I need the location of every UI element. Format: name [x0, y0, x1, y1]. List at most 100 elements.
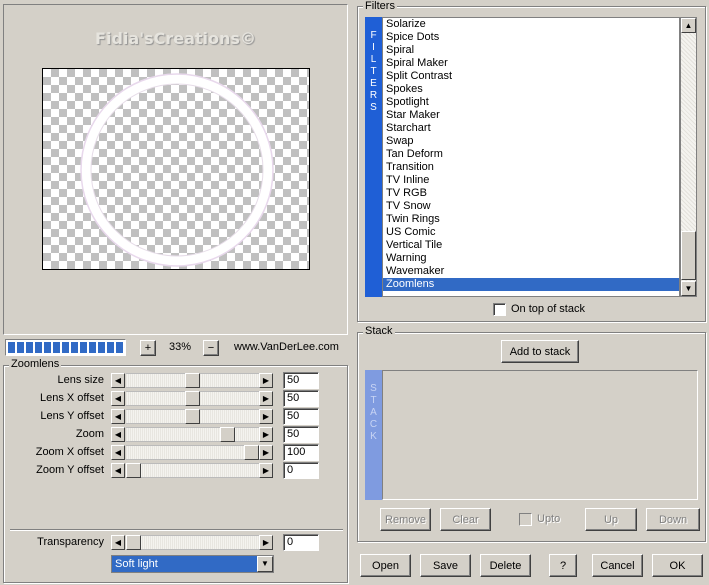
filters-side-label: FILTERS [369, 30, 378, 113]
slider-track[interactable] [126, 535, 259, 550]
stack-side-tab: STACK [365, 370, 382, 500]
list-item[interactable]: Warning [383, 252, 679, 265]
slider-right-icon[interactable]: ▶ [259, 445, 273, 460]
scroll-thumb[interactable] [681, 231, 696, 280]
param-row: Zoom Y offset ◀ ▶ 0 [0, 462, 330, 480]
list-item[interactable]: Spice Dots [383, 31, 679, 44]
list-item[interactable]: TV Snow [383, 200, 679, 213]
list-item[interactable]: TV Inline [383, 174, 679, 187]
slider-track[interactable] [126, 427, 259, 442]
param-value-field[interactable]: 50 [283, 408, 319, 425]
list-item[interactable]: TV RGB [383, 187, 679, 200]
list-item[interactable]: Wavemaker [383, 265, 679, 278]
slider-left-icon[interactable]: ◀ [111, 445, 125, 460]
slider-thumb[interactable] [185, 391, 200, 406]
list-item[interactable]: Transition [383, 161, 679, 174]
remove-button[interactable]: Remove [380, 508, 431, 531]
chevron-down-icon[interactable]: ▼ [257, 556, 273, 572]
progress-segment [35, 342, 42, 353]
list-item[interactable]: Spotlight [383, 96, 679, 109]
slider-left-icon[interactable]: ◀ [111, 391, 125, 406]
param-label: Transparency [37, 536, 104, 548]
list-item[interactable]: Split Contrast [383, 70, 679, 83]
zoom-in-button[interactable]: + [140, 340, 156, 356]
list-item[interactable]: Spiral Maker [383, 57, 679, 70]
clear-button[interactable]: Clear [440, 508, 491, 531]
param-value-field[interactable]: 50 [283, 372, 319, 389]
param-label: Lens X offset [39, 392, 104, 404]
slider-track[interactable] [126, 445, 259, 460]
slider-right-icon[interactable]: ▶ [259, 391, 273, 406]
list-item[interactable]: Tan Deform [383, 148, 679, 161]
list-item[interactable]: Starchart [383, 122, 679, 135]
website-link[interactable]: www.VanDerLee.com [234, 341, 339, 353]
slider-right-icon[interactable]: ▶ [259, 427, 273, 442]
slider-right-icon[interactable]: ▶ [259, 373, 273, 388]
zoom-level: 33% [168, 341, 192, 353]
cancel-button[interactable]: Cancel [592, 554, 643, 577]
add-to-stack-button[interactable]: Add to stack [501, 340, 579, 363]
down-button[interactable]: Down [646, 508, 700, 531]
progress-segment [80, 342, 87, 353]
param-label: Zoom [75, 428, 104, 440]
list-item[interactable]: Spokes [383, 83, 679, 96]
blend-mode-select[interactable]: Soft light ▼ [111, 555, 274, 573]
upto-checkbox[interactable] [519, 513, 532, 526]
stack-side-label: STACK [369, 383, 378, 442]
slider-thumb[interactable] [185, 409, 200, 424]
slider-thumb[interactable] [126, 535, 141, 550]
on-top-checkbox[interactable] [493, 303, 506, 316]
slider-track[interactable] [126, 463, 259, 478]
watermark: Fidia'sCreations© [95, 29, 256, 48]
stack-list[interactable] [382, 370, 698, 500]
progress-segment [53, 342, 60, 353]
param-value-field[interactable]: 100 [283, 444, 319, 461]
param-value-field[interactable]: 50 [283, 426, 319, 443]
slider-thumb[interactable] [126, 463, 141, 478]
stack-group-title: Stack [363, 325, 395, 337]
slider-left-icon[interactable]: ◀ [111, 373, 125, 388]
param-row: Lens Y offset ◀ ▶ 50 [0, 408, 330, 426]
slider-left-icon[interactable]: ◀ [111, 427, 125, 442]
ok-button[interactable]: OK [652, 554, 703, 577]
zoomlens-ring-image [80, 73, 274, 267]
list-item[interactable]: Swap [383, 135, 679, 148]
slider-thumb[interactable] [185, 373, 200, 388]
filters-scrollbar[interactable]: ▲ ▼ [680, 17, 697, 297]
preview-canvas[interactable] [42, 68, 310, 270]
delete-button[interactable]: Delete [480, 554, 531, 577]
slider-left-icon[interactable]: ◀ [111, 463, 125, 478]
preview-panel: Fidia'sCreations© [3, 4, 348, 335]
group-divider [10, 529, 343, 531]
list-item[interactable]: Solarize [383, 18, 679, 31]
slider-right-icon[interactable]: ▶ [259, 535, 273, 550]
list-item[interactable]: Star Maker [383, 109, 679, 122]
filters-group-title: Filters [363, 0, 397, 12]
help-button[interactable]: ? [549, 554, 577, 577]
open-button[interactable]: Open [360, 554, 411, 577]
filters-list[interactable]: Solarize Spice Dots Spiral Spiral Maker Spli… [382, 17, 680, 297]
progress-segment [98, 342, 105, 353]
param-value-field[interactable]: 0 [283, 462, 319, 479]
list-item[interactable]: Zoomlens [383, 278, 679, 291]
list-item[interactable]: Spiral [383, 44, 679, 57]
slider-thumb[interactable] [220, 427, 236, 442]
list-item[interactable]: Twin Rings [383, 213, 679, 226]
slider-thumb[interactable] [244, 445, 259, 460]
slider-right-icon[interactable]: ▶ [259, 409, 273, 424]
slider-right-icon[interactable]: ▶ [259, 463, 273, 478]
param-label: Lens Y offset [40, 410, 104, 422]
save-button[interactable]: Save [420, 554, 471, 577]
list-item[interactable]: US Comic [383, 226, 679, 239]
list-item[interactable]: Vertical Tile [383, 239, 679, 252]
param-value-field[interactable]: 50 [283, 390, 319, 407]
scroll-down-icon[interactable]: ▼ [681, 281, 696, 296]
slider-left-icon[interactable]: ◀ [111, 535, 125, 550]
scroll-up-icon[interactable]: ▲ [681, 18, 696, 33]
zoom-out-button[interactable]: − [203, 340, 219, 356]
param-value-field[interactable]: 0 [283, 534, 319, 551]
slider-left-icon[interactable]: ◀ [111, 409, 125, 424]
progress-segment [44, 342, 51, 353]
up-button[interactable]: Up [585, 508, 637, 531]
param-row: Zoom X offset ◀ ▶ 100 [0, 444, 330, 462]
